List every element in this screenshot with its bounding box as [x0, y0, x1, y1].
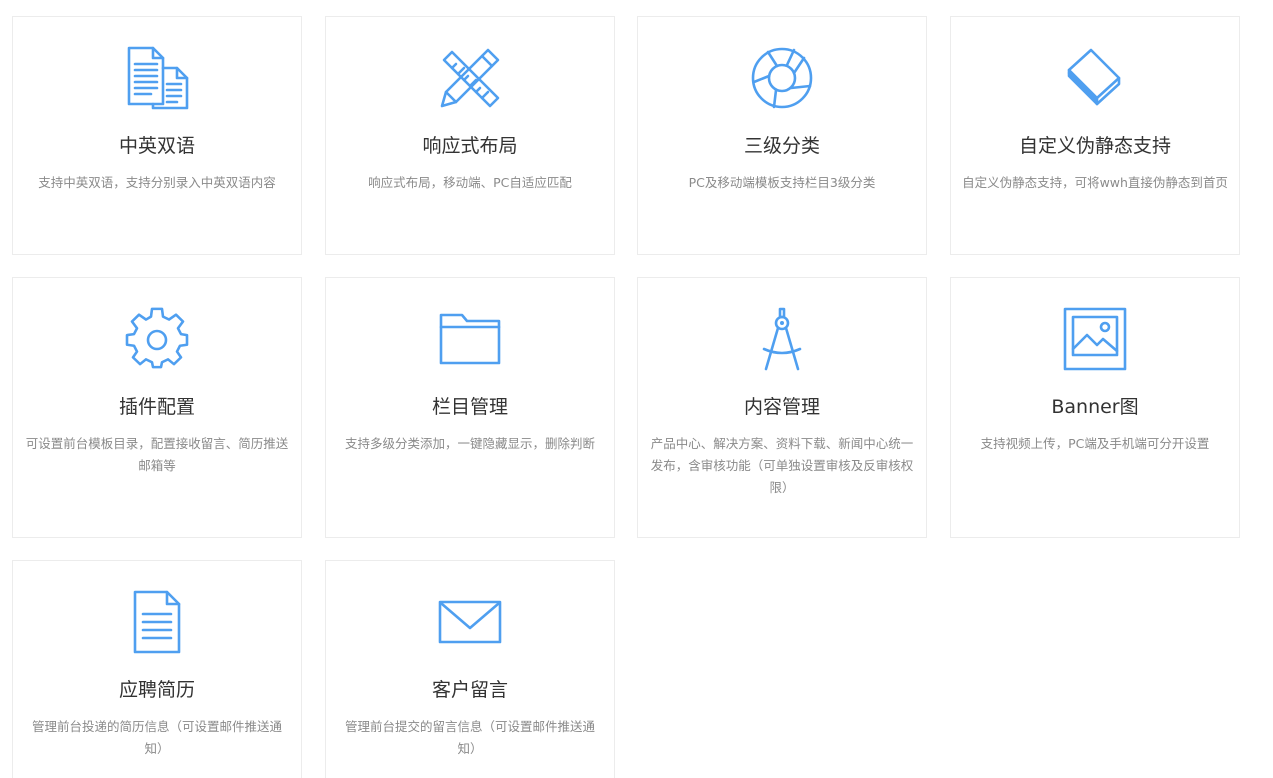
feature-desc: PC及移动端模板支持栏目3级分类: [688, 175, 876, 190]
feature-desc: 支持视频上传，PC端及手机端可分开设置: [980, 436, 1210, 451]
feature-card-responsive[interactable]: 响应式布局 响应式布局，移动端、PC自适应匹配: [325, 16, 615, 255]
feature-title: 栏目管理: [431, 396, 508, 418]
image-icon: [1063, 307, 1127, 371]
feature-desc: 响应式布局，移动端、PC自适应匹配: [368, 175, 572, 190]
feature-card-columns[interactable]: 栏目管理 支持多级分类添加，一键隐藏显示，删除判断: [325, 277, 615, 538]
feature-title: 自定义伪静态支持: [1018, 135, 1171, 157]
feature-card-content[interactable]: 内容管理 产品中心、解决方案、资料下载、新闻中心统一发布，含审核功能（可单独设置…: [637, 277, 927, 538]
gear-icon: [125, 307, 189, 371]
feature-title: 客户留言: [431, 679, 508, 701]
feature-title: 插件配置: [118, 396, 195, 418]
feature-desc: 管理前台提交的留言信息（可设置邮件推送通知）: [344, 719, 595, 756]
pencil-ruler-icon: [438, 46, 502, 110]
resume-icon: [125, 590, 189, 654]
feature-desc: 产品中心、解决方案、资料下载、新闻中心统一发布，含审核功能（可单独设置审核及反审…: [650, 436, 914, 495]
compass-icon: [750, 307, 814, 371]
documents-icon: [125, 46, 189, 110]
feature-title: Banner图: [1051, 396, 1139, 418]
feature-card-messages[interactable]: 客户留言 管理前台提交的留言信息（可设置邮件推送通知）: [325, 560, 615, 778]
feature-title: 应聘简历: [118, 679, 195, 701]
feature-card-plugins[interactable]: 插件配置 可设置前台模板目录，配置接收留言、简历推送邮箱等: [12, 277, 302, 538]
feature-card-pseudostatic[interactable]: 自定义伪静态支持 自定义伪静态支持，可将wwh直接伪静态到首页: [950, 16, 1240, 255]
feature-card-resume[interactable]: 应聘简历 管理前台投递的简历信息（可设置邮件推送通知）: [12, 560, 302, 778]
book-icon: [1063, 46, 1127, 110]
feature-desc: 支持多级分类添加，一键隐藏显示，删除判断: [344, 436, 595, 451]
aperture-icon: [750, 46, 814, 110]
feature-title: 三级分类: [743, 135, 820, 157]
feature-desc: 支持中英双语，支持分别录入中英双语内容: [38, 175, 276, 190]
feature-desc: 管理前台投递的简历信息（可设置邮件推送通知）: [31, 719, 282, 756]
envelope-icon: [438, 590, 502, 654]
feature-title: 响应式布局: [422, 135, 518, 157]
feature-grid: 中英双语 支持中英双语，支持分别录入中英双语内容 响应式布局 响应式布局，移动端…: [0, 0, 1273, 778]
feature-card-banner[interactable]: Banner图 支持视频上传，PC端及手机端可分开设置: [950, 277, 1240, 538]
feature-title: 中英双语: [118, 135, 195, 157]
feature-card-categories[interactable]: 三级分类 PC及移动端模板支持栏目3级分类: [637, 16, 927, 255]
folder-icon: [438, 307, 502, 371]
feature-title: 内容管理: [743, 396, 820, 418]
feature-desc: 自定义伪静态支持，可将wwh直接伪静态到首页: [962, 175, 1228, 190]
feature-card-bilingual[interactable]: 中英双语 支持中英双语，支持分别录入中英双语内容: [12, 16, 302, 255]
feature-desc: 可设置前台模板目录，配置接收留言、简历推送邮箱等: [25, 436, 289, 473]
